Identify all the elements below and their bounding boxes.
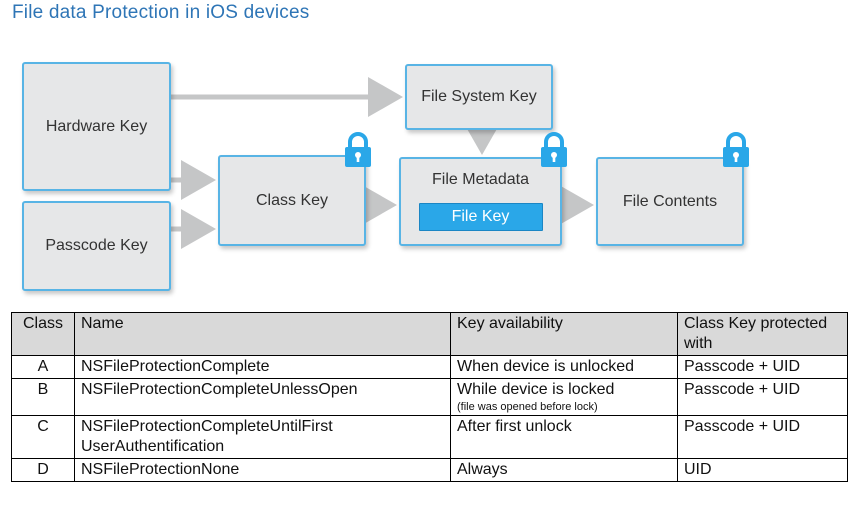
cell-name: NSFileProtectionCompleteUnlessOpen <box>74 378 451 416</box>
cell-availability: Always <box>450 458 678 482</box>
header-class: Class <box>11 312 75 356</box>
cell-availability: When device is unlocked <box>450 355 678 379</box>
file-key-badge: File Key <box>418 203 543 231</box>
file-system-key-label: File System Key <box>421 88 537 105</box>
cell-protected-with: UID <box>677 458 848 482</box>
cell-name: NSFileProtectionCompleteUntilFirst UserA… <box>74 415 451 459</box>
cell-protected-with: Passcode + UID <box>677 355 848 379</box>
cell-class: C <box>11 415 75 459</box>
file-metadata-box: File Metadata File Key <box>399 157 562 246</box>
file-contents-label: File Contents <box>622 192 718 210</box>
table-row: D NSFileProtectionNone Always UID <box>11 458 848 482</box>
hardware-key-box: Hardware Key <box>22 62 171 191</box>
cell-class: B <box>11 378 75 416</box>
cell-protected-with: Passcode + UID <box>677 415 848 459</box>
header-key-availability: Key availability <box>450 312 678 356</box>
key-hierarchy-diagram: Hardware Key Passcode Key File System Ke… <box>0 0 858 300</box>
file-metadata-label: File Metadata <box>432 171 529 188</box>
hardware-key-label: Hardware Key <box>45 117 148 135</box>
table-row: C NSFileProtectionCompleteUntilFirst Use… <box>11 415 848 459</box>
cell-class: D <box>11 458 75 482</box>
header-name: Name <box>74 312 451 356</box>
table-row: B NSFileProtectionCompleteUnlessOpen Whi… <box>11 378 848 416</box>
cell-name: NSFileProtectionNone <box>74 458 451 482</box>
file-contents-box: File Contents <box>596 157 744 246</box>
padlock-icon <box>541 132 567 167</box>
cell-name: NSFileProtectionComplete <box>74 355 451 379</box>
cell-availability: While device is locked (file was opened … <box>450 378 678 416</box>
availability-text: While device is locked <box>457 381 615 398</box>
cell-availability: After first unlock <box>450 415 678 459</box>
cell-protected-with: Passcode + UID <box>677 378 848 416</box>
availability-note: (file was opened before lock) <box>457 401 598 413</box>
table-row: A NSFileProtectionComplete When device i… <box>11 355 848 379</box>
protection-classes-table: Class Name Key availability Class Key pr… <box>11 312 848 482</box>
padlock-icon <box>345 132 371 167</box>
passcode-key-box: Passcode Key <box>22 201 171 291</box>
header-protected-with: Class Key protected with <box>677 312 848 356</box>
file-system-key-box: File System Key <box>405 64 553 130</box>
cell-class: A <box>11 355 75 379</box>
passcode-key-label: Passcode Key <box>45 237 148 254</box>
table-header-row: Class Name Key availability Class Key pr… <box>11 312 848 356</box>
padlock-icon <box>723 132 749 167</box>
class-key-label: Class Key <box>255 191 329 209</box>
